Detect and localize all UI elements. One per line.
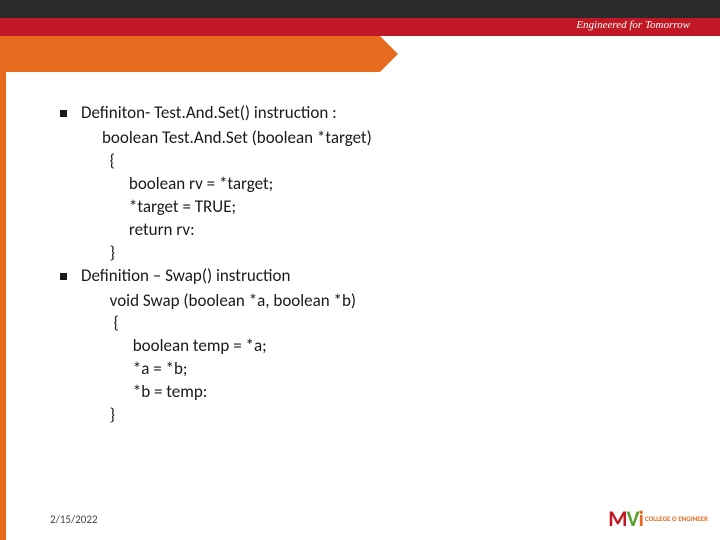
- tagline-text: Engineered for Tomorrow: [576, 19, 690, 31]
- bullet-item: Definiton- Test.And.Set() instruction :: [60, 102, 680, 125]
- bullet-square-icon: [60, 110, 67, 117]
- footer-date: 2/15/2022: [50, 513, 98, 526]
- left-stripe: [0, 72, 6, 540]
- code-block: void Swap (boolean *a, boolean *b) { boo…: [102, 290, 680, 428]
- bullet-item: Definition – Swap() instruction: [60, 265, 680, 288]
- code-block: boolean Test.And.Set (boolean *target) {…: [102, 127, 680, 265]
- tagline-bar: Engineered for Tomorrow: [0, 18, 720, 36]
- orange-banner: [0, 36, 380, 72]
- bullet-square-icon: [60, 273, 67, 280]
- slide-content: Definiton- Test.And.Set() instruction : …: [0, 72, 720, 427]
- bullet-title: Definition – Swap() instruction: [81, 265, 290, 288]
- top-dark-bar: [0, 0, 720, 18]
- logo-mark: MVi: [608, 505, 643, 532]
- footer-logo: MVi COLLEGE O ENGINEER: [608, 505, 708, 532]
- logo-subtext: COLLEGE O ENGINEER: [645, 515, 708, 522]
- bullet-title: Definiton- Test.And.Set() instruction :: [81, 102, 337, 125]
